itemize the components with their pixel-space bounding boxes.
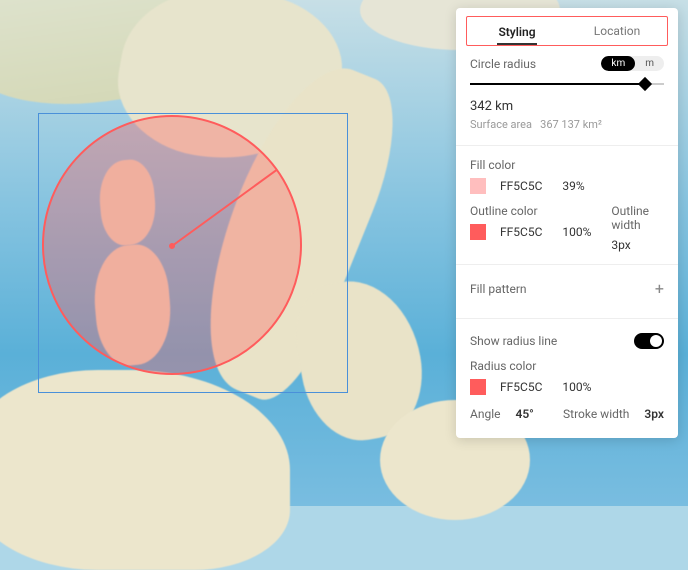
- fill-swatch[interactable]: [470, 178, 486, 194]
- outline-width-value[interactable]: 3px: [611, 238, 664, 252]
- panel-tabs: Styling Location: [466, 16, 668, 46]
- surface-area-label: Surface area: [470, 118, 532, 131]
- show-radius-label: Show radius line: [470, 334, 557, 348]
- land-shape: [0, 370, 290, 570]
- stroke-width-label: Stroke width: [563, 407, 629, 421]
- stroke-width-value[interactable]: 3px: [644, 407, 664, 421]
- slider-thumb[interactable]: [638, 77, 652, 91]
- angle-label: Angle: [470, 407, 500, 421]
- angle-value[interactable]: 45°: [515, 407, 533, 421]
- radius-hex[interactable]: FF5C5C: [500, 380, 542, 394]
- surface-area-value: 367 137 km²: [540, 118, 602, 131]
- radius-value: 342 km: [470, 99, 664, 114]
- outline-opacity[interactable]: 100%: [562, 225, 591, 239]
- radius-opacity[interactable]: 100%: [562, 380, 591, 394]
- show-radius-toggle[interactable]: [634, 333, 664, 349]
- outline-width-label: Outline width: [611, 204, 664, 232]
- outline-hex[interactable]: FF5C5C: [500, 225, 542, 239]
- radius-color-label: Radius color: [470, 359, 664, 373]
- fill-hex[interactable]: FF5C5C: [500, 179, 542, 193]
- fill-pattern-label: Fill pattern: [470, 282, 527, 296]
- fill-opacity[interactable]: 39%: [562, 179, 584, 193]
- outline-swatch[interactable]: [470, 224, 486, 240]
- outline-color-label: Outline color: [470, 204, 591, 218]
- radius-swatch[interactable]: [470, 379, 486, 395]
- tab-styling[interactable]: Styling: [467, 19, 567, 44]
- unit-m[interactable]: m: [635, 56, 664, 71]
- style-panel: Styling Location Circle radius km m 342 …: [456, 8, 678, 438]
- tab-location[interactable]: Location: [567, 18, 667, 44]
- add-pattern-button[interactable]: +: [655, 279, 664, 298]
- fill-color-label: Fill color: [470, 158, 664, 172]
- radius-slider[interactable]: [470, 77, 664, 91]
- unit-toggle[interactable]: km m: [601, 56, 664, 71]
- unit-km[interactable]: km: [601, 56, 635, 71]
- circle-radius-label: Circle radius: [470, 57, 536, 71]
